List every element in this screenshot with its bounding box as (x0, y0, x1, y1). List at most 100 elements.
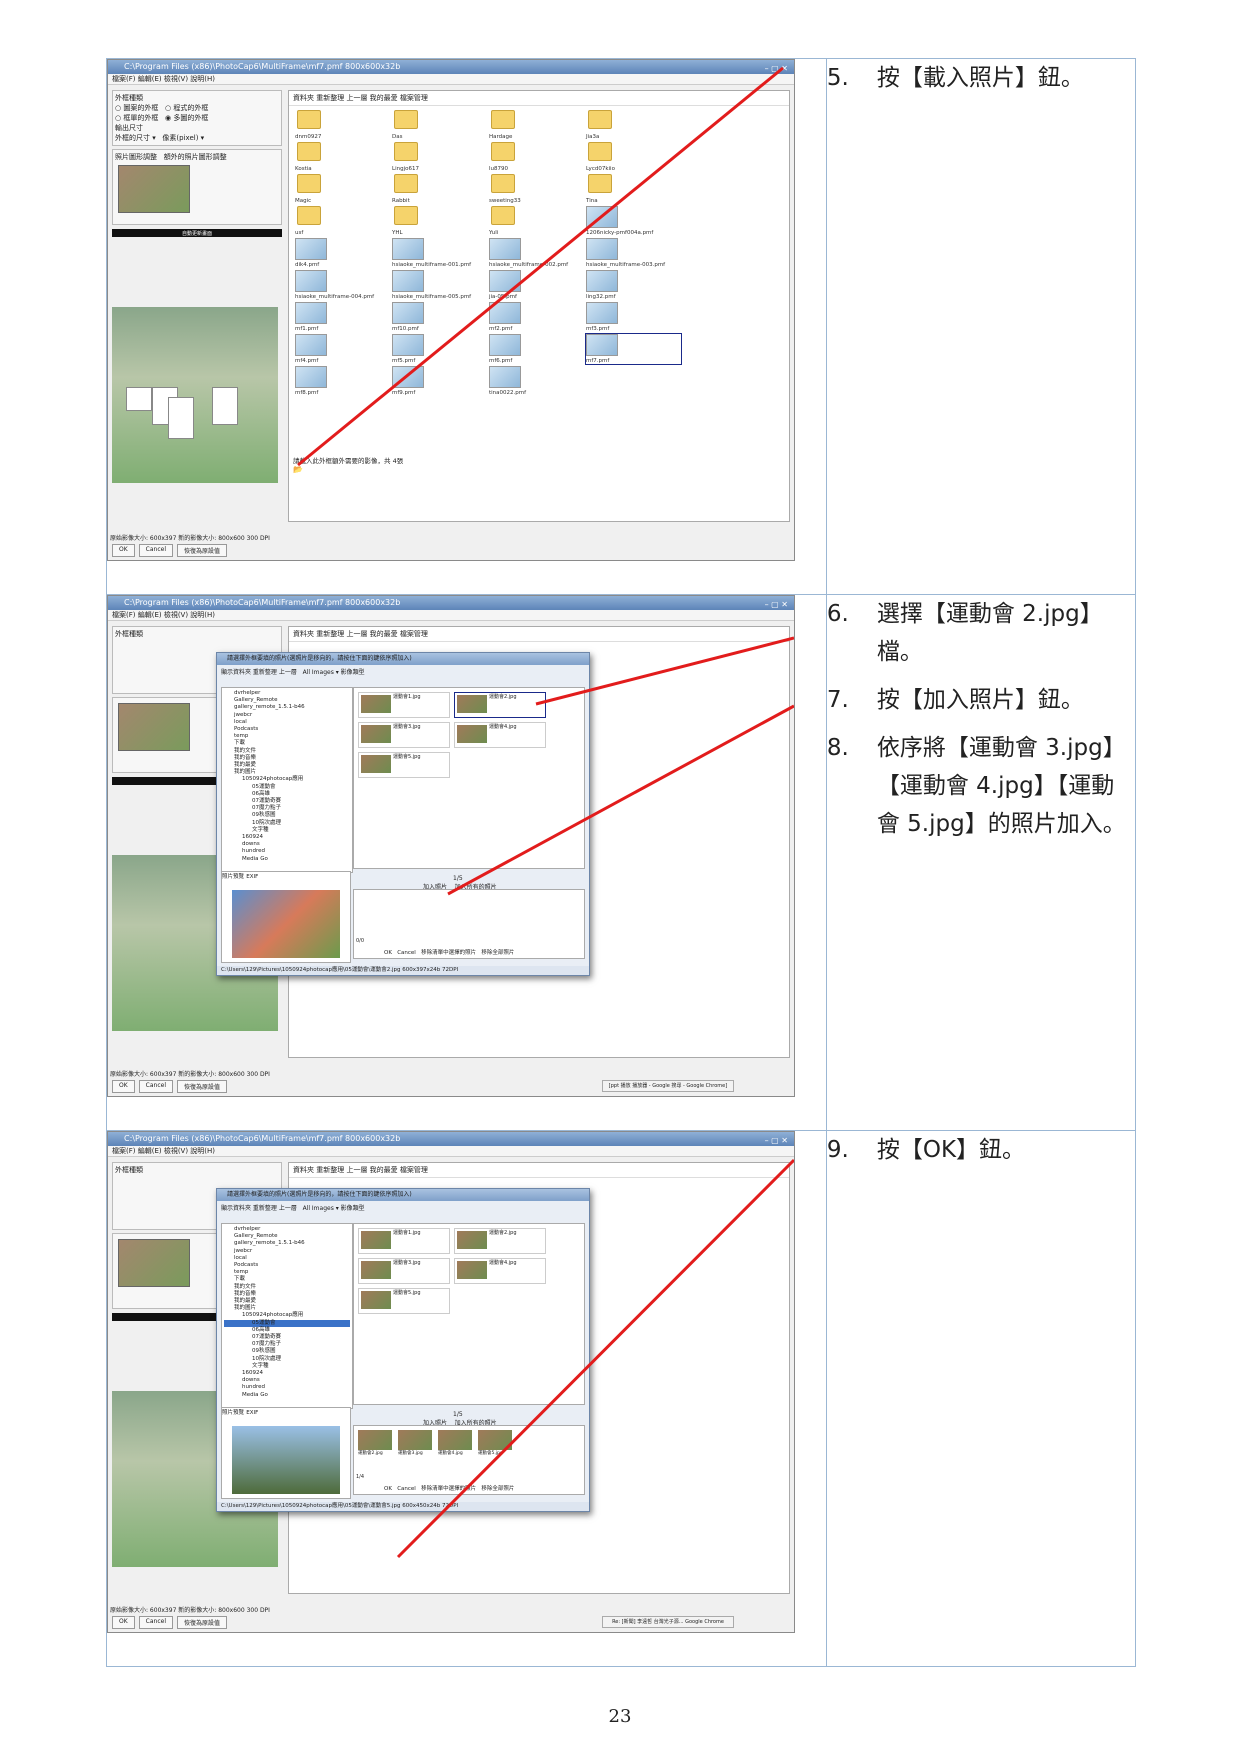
photo-thumbnail[interactable]: 運動會5.jpg (358, 752, 450, 778)
dialog-ok-button[interactable]: OK (384, 1486, 392, 1492)
frame-option-3[interactable]: 框單的外框 (123, 114, 158, 122)
menu-bar[interactable]: 檔案(F) 編輯(E) 檢視(V) 說明(H) (108, 74, 794, 85)
folder-item[interactable]: Yuli (489, 206, 584, 236)
frame-file-item[interactable]: tina0022.pmf (489, 366, 584, 396)
folder-item[interactable]: Lycd07kiio (586, 142, 681, 172)
frame-file-item[interactable]: mf9.pmf (392, 366, 487, 396)
tree-node[interactable]: 160924 (224, 834, 350, 841)
tree-node[interactable]: Gallery_Remote (224, 1233, 350, 1240)
frame-file-item[interactable]: mf3.pmf (586, 302, 681, 332)
folder-item[interactable]: usf (295, 206, 390, 236)
tree-node[interactable]: Gallery_Remote (224, 697, 350, 704)
folder-item[interactable]: Das (392, 110, 487, 140)
tree-node[interactable]: 文字種 (224, 827, 350, 834)
dialog-cancel-button[interactable]: Cancel (397, 950, 416, 956)
photo-thumbnail[interactable]: 運動會3.jpg (358, 1258, 450, 1284)
selected-photo[interactable]: 運動會5.jpg (478, 1430, 514, 1460)
frame-thumbnail[interactable] (118, 165, 190, 213)
photo-thumbnail[interactable]: 運動會3.jpg (358, 722, 450, 748)
folder-item[interactable]: Magic (295, 174, 390, 204)
tree-node[interactable]: 05運動會 (224, 1319, 350, 1327)
selected-photo[interactable]: 運動會2.jpg (358, 1430, 394, 1460)
reset-button[interactable]: 恢復為原設值 (177, 1080, 228, 1093)
frame-file-item[interactable]: hsiaoke_multiframe-003.pmf (586, 238, 681, 268)
output-size-select[interactable]: 外框的尺寸 ▾ 像素(pixel) ▾ (115, 133, 279, 143)
folder-item[interactable]: dnm0927 (295, 110, 390, 140)
frame-file-item[interactable]: mf7.pmf (585, 333, 682, 365)
folder-tree[interactable]: dvrhelper Gallery_Remote gallery_remote_1.… (221, 1223, 353, 1409)
folder-item[interactable]: Lingjo617 (392, 142, 487, 172)
frame-file-item[interactable]: hsiaoke_multiframe-005.pmf (392, 270, 487, 300)
frame-file-item[interactable]: hsiaoke_multiframe-004.pmf (295, 270, 390, 300)
tree-node[interactable]: gallery_remote_1.5.1-b46 (224, 704, 350, 711)
tree-node[interactable]: hundred (224, 1384, 350, 1391)
photo-thumbnail[interactable]: 運動會2.jpg (454, 692, 546, 718)
dialog-toolbar-buttons[interactable]: 顯示資料夾 重新整理 上一層 (221, 1205, 297, 1212)
tree-node[interactable]: jwebcr (224, 712, 350, 719)
tree-node[interactable]: 文字種 (224, 1363, 350, 1370)
tree-node[interactable]: gallery_remote_1.5.1-b46 (224, 1240, 350, 1247)
folder-item[interactable]: YHL (392, 206, 487, 236)
folder-item[interactable]: Hardage (489, 110, 584, 140)
frame-file-item[interactable]: mf5.pmf (392, 334, 487, 364)
tree-node[interactable]: local (224, 1255, 350, 1262)
frame-file-item[interactable]: hsiaoke_multiframe-001.pmf (392, 238, 487, 268)
folder-item[interactable]: Rabbit (392, 174, 487, 204)
tree-node[interactable]: local (224, 719, 350, 726)
frame-file-item[interactable]: ling32.pmf (586, 270, 681, 300)
frame-options[interactable]: ○ 圖案的外框 ○ 程式的外框 (115, 103, 279, 113)
folder-item[interactable]: Tina (586, 174, 681, 204)
selected-photo[interactable]: 運動會4.jpg (438, 1430, 474, 1460)
frame-option-4[interactable]: 多圖的外框 (173, 114, 208, 122)
photo-thumbnail[interactable]: 運動會4.jpg (454, 1258, 546, 1284)
reset-button[interactable]: 恢復為原設值 (177, 1616, 228, 1629)
tree-node[interactable]: Podcasts (224, 1262, 350, 1269)
tree-node[interactable]: 07魔力點子 (224, 1341, 350, 1348)
tree-node[interactable]: 06高雄 (224, 791, 350, 798)
remove-all-button[interactable]: 移除全部照片 (481, 1486, 514, 1492)
frame-file-item[interactable]: mf6.pmf (489, 334, 584, 364)
frame-file-item[interactable]: mf2.pmf (489, 302, 584, 332)
tree-node[interactable]: 1050924photocap應用 (224, 776, 350, 783)
tree-node[interactable]: 10院次處理 (224, 820, 350, 827)
tree-node[interactable]: 07運動奇賽 (224, 798, 350, 805)
tree-node[interactable]: Media Go (224, 856, 350, 863)
folder-item[interactable]: lu8790 (489, 142, 584, 172)
folder-item[interactable]: Jia3a (586, 110, 681, 140)
photo-thumbnail[interactable]: 運動會1.jpg (358, 1228, 450, 1254)
tree-node[interactable]: downs (224, 1377, 350, 1384)
tree-node[interactable]: jwebcr (224, 1248, 350, 1255)
tree-node[interactable]: 07魔力點子 (224, 805, 350, 812)
tree-node[interactable]: 我的音樂 (224, 755, 350, 762)
output-size-value[interactable]: 外框的尺寸 (115, 134, 150, 142)
frame-file-item[interactable]: mf10.pmf (392, 302, 487, 332)
frame-file-item[interactable]: dik4.pmf (295, 238, 390, 268)
frame-option-2[interactable]: 程式的外框 (173, 104, 208, 112)
photo-thumbnail[interactable]: 運動會2.jpg (454, 1228, 546, 1254)
exif-tab[interactable]: EXIF (246, 874, 258, 880)
load-photo-button[interactable]: 📂 (293, 465, 303, 474)
reset-button[interactable]: 恢復為原設值 (177, 544, 228, 557)
menu-bar[interactable]: 檔案(F) 編輯(E) 檢視(V) 說明(H) (108, 610, 794, 621)
cancel-button[interactable]: Cancel (138, 1616, 173, 1629)
tree-node[interactable]: Podcasts (224, 726, 350, 733)
tree-node[interactable]: dvrhelper (224, 690, 350, 697)
tree-node[interactable]: hundred (224, 848, 350, 855)
frame-option-1[interactable]: 圖案的外框 (123, 104, 158, 112)
folder-tree[interactable]: dvrhelper Gallery_Remote gallery_remote_1.… (221, 687, 353, 873)
unit-select[interactable]: 像素(pixel) (162, 134, 198, 142)
tree-node[interactable]: 05運動會 (224, 784, 350, 791)
tree-node[interactable]: 06高雄 (224, 1327, 350, 1334)
photo-thumbnail[interactable]: 運動會5.jpg (358, 1288, 450, 1314)
cancel-button[interactable]: Cancel (138, 544, 173, 557)
tree-node[interactable]: 160924 (224, 1370, 350, 1377)
tree-node[interactable]: 09秋感圖 (224, 1348, 350, 1355)
preview-tab[interactable]: 照片預覽 (222, 1410, 244, 1416)
frame-file-item[interactable]: mf4.pmf (295, 334, 390, 364)
browser-toolbar[interactable]: 資料夾 重新整理 上一層 我的最愛 檔案管理 (289, 1163, 789, 1178)
tree-node[interactable]: dvrhelper (224, 1226, 350, 1233)
frame-file-item[interactable]: mf1.pmf (295, 302, 390, 332)
folder-item[interactable]: sweeting33 (489, 174, 584, 204)
tree-node[interactable]: 我的音樂 (224, 1291, 350, 1298)
tree-node[interactable]: downs (224, 841, 350, 848)
